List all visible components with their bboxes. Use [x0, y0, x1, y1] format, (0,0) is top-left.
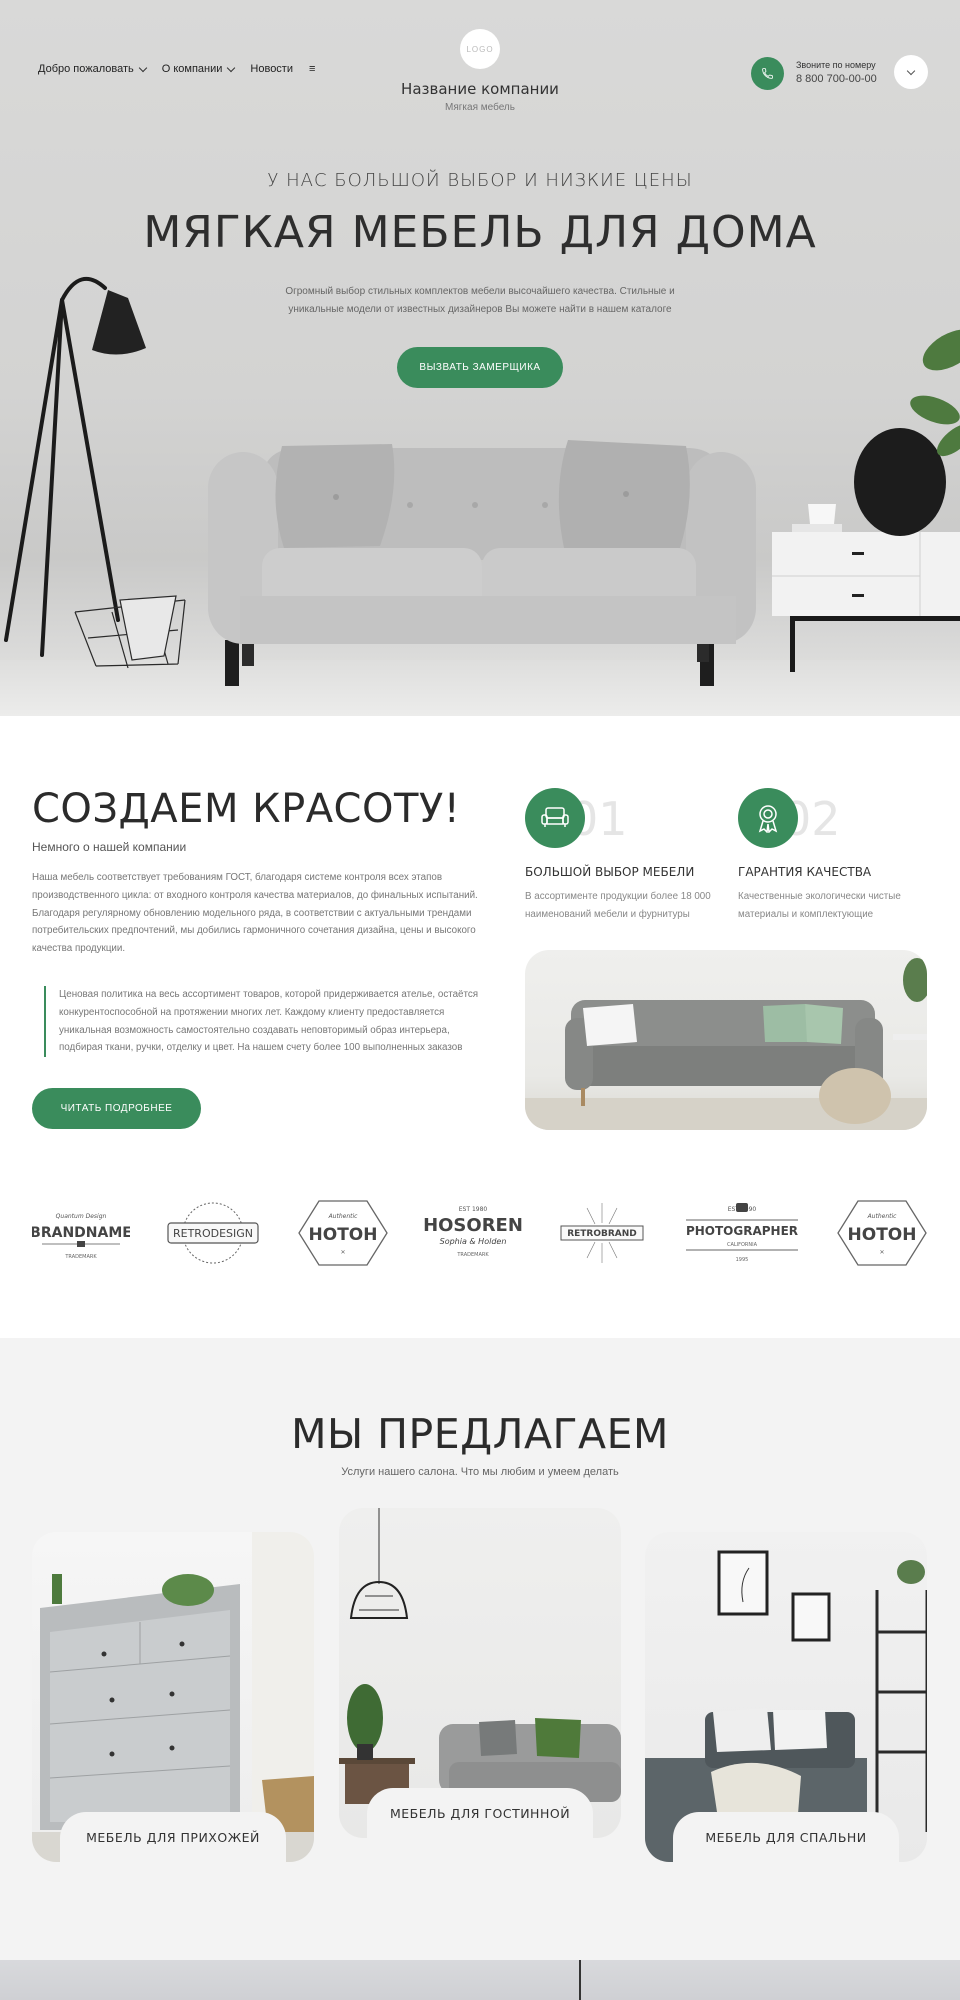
hero-kicker: У НАС БОЛЬШОЙ ВЫБОР И НИЗКИЕ ЦЕНЫ: [267, 170, 693, 191]
brand-main-text: RETRODESIGN: [173, 1227, 253, 1240]
about-quote: Ценовая политика на весь ассортимент тов…: [44, 986, 494, 1058]
about-title: СОЗДАЕМ КРАСОТУ!: [32, 786, 461, 832]
feature-card-quality: 02 ГАРАНТИЯ КАЧЕСТВА Качественные эколог…: [738, 788, 938, 924]
company-tagline: Мягкая мебель: [445, 102, 515, 113]
nav-item-label: Новости: [250, 63, 293, 75]
header-dropdown-button[interactable]: [894, 55, 928, 89]
brand-main-text: HOTOH: [308, 1225, 377, 1245]
brand-logo-hotoh[interactable]: Authentic HOTOH ✕: [297, 1198, 389, 1268]
service-card-label: МЕБЕЛЬ ДЛЯ ГОСТИННОЙ: [367, 1788, 593, 1838]
nav-item-welcome[interactable]: Добро пожаловать: [38, 63, 147, 75]
phone-icon: [762, 68, 773, 79]
sofa-icon: [525, 788, 585, 848]
feature-title: БОЛЬШОЙ ВЫБОР МЕБЕЛИ: [525, 865, 695, 879]
brand-logos-row: Quantum Design BRANDNAME TRADEMARK RETRO…: [32, 1198, 928, 1268]
brand-top-text: Authentic: [867, 1213, 898, 1220]
brand-logo-photographer[interactable]: EST 1990 PHOTOGRAPHER CALIFORNIA 1995: [682, 1198, 802, 1268]
phone-button[interactable]: [751, 57, 784, 90]
nav-item-label: О компании: [161, 63, 223, 75]
brand-logo-hotoh-2[interactable]: Authentic HOTOH ✕: [836, 1198, 928, 1268]
hero-title: МЯГКАЯ МЕБЕЛЬ ДЛЯ ДОМА: [143, 207, 817, 258]
nav-item-label: Добро пожаловать: [38, 63, 134, 75]
about-subtitle: Немного о нашей компании: [32, 840, 187, 854]
phone-block: Звоните по номеру 8 800 700-00-00: [796, 58, 877, 86]
side-cabinet: [772, 428, 960, 672]
hero-section: Добро пожаловать О компании Новости ≡ LO…: [0, 0, 960, 716]
phone-number[interactable]: 8 800 700-00-00: [796, 72, 877, 86]
nav-item-news[interactable]: Новости: [250, 63, 293, 75]
hero-description: Огромный выбор стильных комплектов мебел…: [285, 286, 675, 315]
services-subtitle: Услуги нашего салона. Что мы любим и уме…: [341, 1466, 619, 1478]
svg-text:✕: ✕: [340, 1249, 345, 1256]
brand-main-text: PHOTOGRAPHER: [686, 1224, 798, 1238]
about-text: Наша мебель соответствует требованиям ГО…: [32, 872, 478, 955]
feature-card-assortment: 01 БОЛЬШОЙ ВЫБОР МЕБЕЛИ В ассортименте п…: [525, 788, 725, 924]
service-card-label: МЕБЕЛЬ ДЛЯ СПАЛЬНИ: [673, 1812, 899, 1862]
brand-logo-brandname[interactable]: Quantum Design BRANDNAME TRADEMARK: [32, 1198, 130, 1268]
lamp-shade: [92, 290, 146, 355]
brand-main-text: BRANDNAME: [32, 1225, 130, 1241]
feature-title: ГАРАНТИЯ КАЧЕСТВА: [738, 865, 872, 879]
chevron-down-icon: [227, 63, 236, 72]
brand-main-text: HOSOREN: [423, 1215, 523, 1236]
about-sofa-image: [525, 950, 927, 1130]
next-section-preview: [0, 1960, 960, 2000]
chevron-down-icon: [138, 63, 147, 72]
brand-logo-retrodesign[interactable]: RETRODESIGN: [164, 1198, 262, 1268]
service-card-label: МЕБЕЛЬ ДЛЯ ПРИХОЖЕЙ: [60, 1812, 286, 1862]
call-measurer-button[interactable]: ВЫЗВАТЬ ЗАМЕРЩИКА: [397, 347, 563, 388]
brand-logo-retrobrand[interactable]: RETROBRAND: [557, 1198, 647, 1268]
brand-top-text: EST 1980: [459, 1206, 488, 1213]
brand-sub-text: Sophia & Holden: [440, 1237, 507, 1246]
service-card-hallway[interactable]: МЕБЕЛЬ ДЛЯ ПРИХОЖЕЙ: [32, 1532, 314, 1862]
sofa: [208, 440, 756, 686]
chevron-down-icon: [906, 66, 916, 75]
brand-logo-hosoren[interactable]: EST 1980 HOSOREN Sophia & Holden TRADEMA…: [423, 1198, 523, 1268]
magazine-rack: [74, 595, 186, 669]
svg-text:✕: ✕: [879, 1249, 884, 1256]
services-title: МЫ ПРЕДЛАГАЕМ: [291, 1410, 669, 1458]
feature-desc: Качественные экологически чистые материа…: [738, 891, 901, 920]
read-more-button[interactable]: ЧИТАТЬ ПОДРОБНЕЕ: [32, 1088, 201, 1129]
award-ribbon-icon: [738, 788, 798, 848]
menu-icon[interactable]: ≡: [309, 63, 315, 75]
services-section: МЫ ПРЕДЛАГАЕМ Услуги нашего салона. Что …: [0, 1338, 960, 1960]
brand-main-text: RETROBRAND: [568, 1229, 638, 1239]
main-nav: Добро пожаловать О компании Новости ≡: [38, 63, 315, 75]
next-section-image: [579, 1960, 581, 2000]
feature-desc: В ассортименте продукции более 18 000 на…: [525, 891, 711, 920]
brand-sub-text: CALIFORNIA: [727, 1242, 758, 1248]
brand-bottom-text: 1995: [735, 1257, 748, 1263]
brand-bottom-text: TRADEMARK: [456, 1252, 489, 1258]
brand-bottom-text: TRADEMARK: [64, 1254, 97, 1260]
brand-top-text: Quantum Design: [56, 1213, 107, 1220]
logo[interactable]: LOGO: [460, 29, 500, 69]
brand-main-text: HOTOH: [847, 1225, 916, 1245]
service-card-living[interactable]: МЕБЕЛЬ ДЛЯ ГОСТИННОЙ: [339, 1508, 621, 1838]
brand-top-text: Authentic: [327, 1213, 358, 1220]
service-card-bedroom[interactable]: МЕБЕЛЬ ДЛЯ СПАЛЬНИ: [645, 1532, 927, 1862]
phone-caption: Звоните по номеру: [796, 60, 876, 70]
nav-item-about[interactable]: О компании: [161, 63, 236, 75]
